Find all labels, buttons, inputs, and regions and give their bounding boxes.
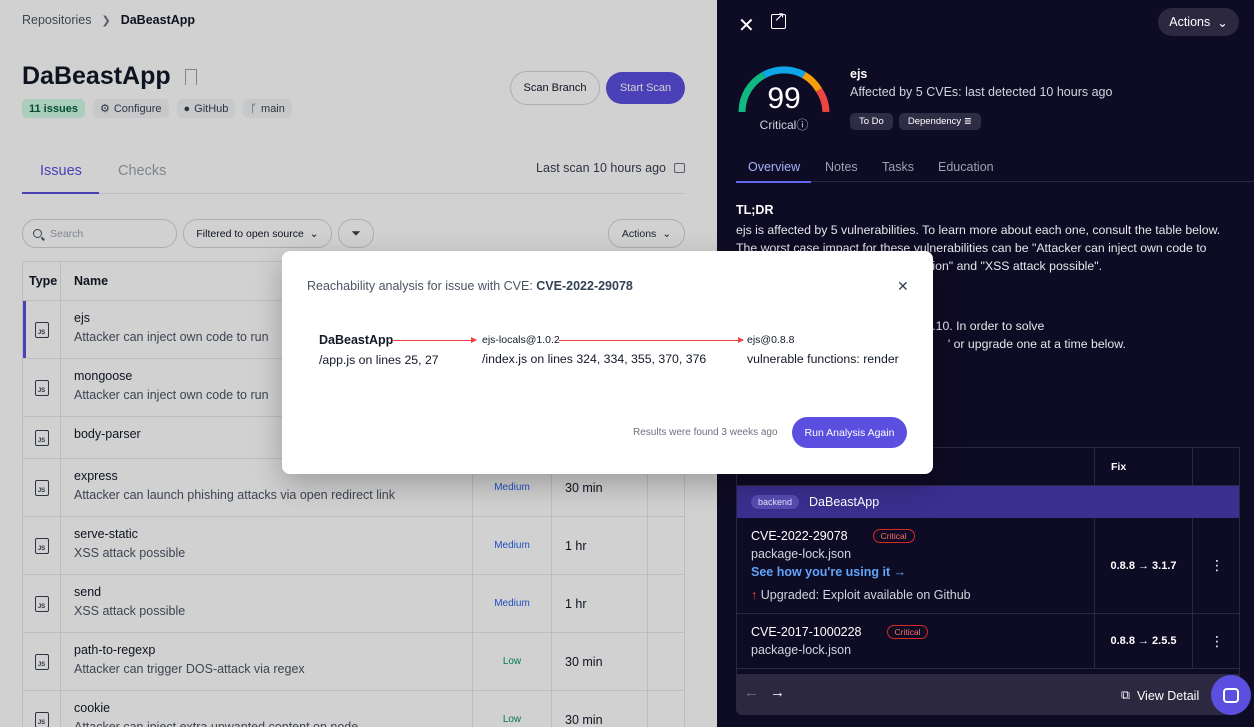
list-icon: ≣ — [963, 116, 972, 127]
group-badge: backend — [751, 495, 800, 509]
info-icon[interactable]: ⓘ — [796, 118, 808, 132]
tab-tasks[interactable]: Tasks — [882, 160, 914, 174]
severity-badge: Critical — [872, 529, 915, 543]
vulnerabilities-table: Fix backend DaBeastApp CVE-2022-29078 Cri… — [736, 447, 1240, 675]
node-sub: /index.js on lines 324, 334, 355, 370, 3… — [482, 352, 707, 366]
view-detail-label: View Detail — [1136, 688, 1200, 703]
detail-footer: ← → ⧉ View Detail — [736, 675, 1240, 715]
node-title: ejs@0.8.8 — [747, 334, 795, 346]
view-detail-button[interactable]: ⧉ View Detail — [1121, 688, 1199, 703]
fix-version: 0.8.8 → 2.5.5 — [1094, 614, 1192, 668]
group-name: DaBeastApp — [809, 495, 880, 509]
modal-title-prefix: Reachability analysis for issue with CVE… — [307, 279, 537, 293]
detail-affected-text: Affected by 5 CVEs: last detected 10 hou… — [850, 85, 1113, 99]
arrow-up-icon: ↑ — [751, 588, 758, 602]
chat-launcher-button[interactable] — [1211, 675, 1251, 715]
reach-edge — [392, 337, 477, 343]
detail-package-name: ejs — [850, 67, 868, 81]
kebab-menu-icon[interactable]: ⋮ — [1192, 518, 1239, 613]
detail-tabs: Overview Notes Tasks Education — [735, 152, 1254, 183]
vuln-row[interactable]: CVE-2022-29078 Critical package-lock.json… — [737, 518, 1239, 614]
tab-overview[interactable]: Overview — [735, 160, 812, 183]
external-link-icon: ⧉ — [1121, 688, 1130, 702]
severity-badge: Critical — [886, 625, 929, 639]
cve-id: CVE-2022-29078 — [751, 529, 848, 543]
header-fix: Fix — [1094, 448, 1192, 485]
header-more — [1192, 448, 1239, 485]
tab-notes[interactable]: Notes — [825, 160, 858, 174]
detail-actions-button[interactable]: Actions ⌄ — [1158, 8, 1239, 36]
arrow-left-icon[interactable]: ← — [744, 684, 759, 701]
cve-id: CVE-2017-1000228 — [751, 625, 862, 639]
reach-edge — [559, 337, 744, 343]
fix-version: 0.8.8 → 3.1.7 — [1094, 518, 1192, 613]
tldr-heading: TL;DR — [736, 203, 774, 217]
chat-icon — [1223, 687, 1239, 703]
reach-node-app: DaBeastApp /app.js on lines 25, 27 — [319, 333, 439, 367]
risk-level: Criticalⓘ — [734, 116, 834, 133]
type-badge[interactable]: Dependency ≣ — [898, 113, 981, 130]
tab-education[interactable]: Education — [938, 160, 994, 174]
run-analysis-button[interactable]: Run Analysis Again — [792, 417, 907, 448]
repo-group-row: backend DaBeastApp — [737, 486, 1239, 518]
vuln-row[interactable]: CVE-2017-1000228 Critical package-lock.js… — [737, 614, 1239, 669]
detail-actions-label: Actions — [1169, 15, 1211, 29]
node-sub: /app.js on lines 25, 27 — [319, 353, 439, 367]
reachability-modal: Reachability analysis for issue with CVE… — [282, 251, 933, 474]
upgrade-text: Upgraded: Exploit available on Github — [760, 588, 971, 602]
results-found-text: Results were found 3 weeks ago — [633, 427, 778, 438]
reach-node-vulnerable: ejs@0.8.8 vulnerable functions: render — [747, 334, 899, 366]
kebab-menu-icon[interactable]: ⋮ — [1192, 614, 1239, 668]
risk-score: 99 — [767, 82, 801, 115]
detail-tags: To Do Dependency ≣ — [850, 113, 981, 130]
modal-cve: CVE-2022-29078 — [536, 279, 633, 293]
modal-title: Reachability analysis for issue with CVE… — [307, 279, 633, 293]
chevron-down-icon: ⌄ — [1217, 15, 1228, 30]
reach-node-middle: ejs-locals@1.0.2 /index.js on lines 324,… — [482, 334, 706, 366]
external-link-icon[interactable] — [771, 9, 786, 29]
arrow-right-icon[interactable]: → — [770, 684, 785, 701]
risk-level-label: Critical — [759, 118, 797, 132]
type-badge-label: Dependency — [907, 116, 962, 127]
status-badge[interactable]: To Do — [850, 113, 893, 130]
close-icon[interactable]: ✕ — [738, 13, 755, 38]
node-sub: vulnerable functions: render — [747, 352, 899, 366]
close-icon[interactable]: ✕ — [897, 278, 909, 295]
